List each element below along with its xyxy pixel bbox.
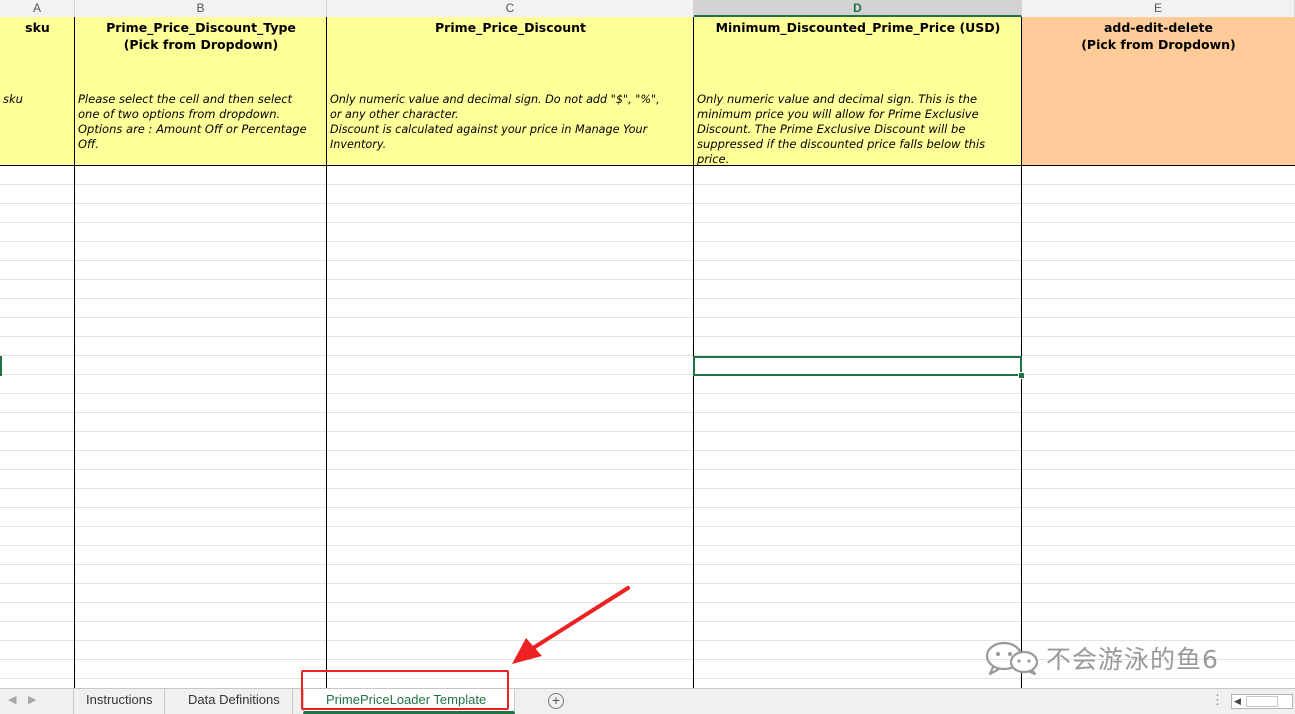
scroll-left-icon[interactable]: ◀	[1234, 695, 1241, 708]
wechat-icon	[985, 641, 1039, 675]
header-cell-sku[interactable]: sku sku	[0, 17, 75, 166]
spreadsheet-grid[interactable]: A B C D E sku sku Prime_Price_Discount_T…	[0, 0, 1295, 688]
tab-instructions[interactable]: Instructions	[74, 689, 166, 714]
vertical-ellipsis-icon[interactable]: ⋮	[1211, 692, 1224, 708]
header-desc-discount-type: Please select the cell and then select o…	[78, 92, 307, 151]
watermark-text: 不会游泳的鱼6	[1046, 645, 1219, 674]
column-header-e[interactable]: E	[1022, 0, 1295, 17]
header-desc-discount: Only numeric value and decimal sign. Do …	[330, 93, 660, 151]
column-header-a[interactable]: A	[0, 0, 75, 17]
column-border-b	[326, 17, 327, 688]
column-border-a	[74, 17, 75, 688]
caret-left-icon[interactable]: ◀	[8, 693, 16, 706]
header-cell-add-edit-delete[interactable]: add-edit-delete (Pick from Dropdown)	[1022, 17, 1295, 166]
header-cell-discount[interactable]: Prime_Price_Discount Only numeric value …	[327, 17, 694, 166]
tab-data-definitions[interactable]: Data Definitions	[176, 689, 293, 714]
header-desc-sku: sku	[3, 92, 23, 106]
scrollbar-thumb[interactable]	[1246, 696, 1278, 707]
annotation-arrow-icon	[512, 586, 630, 664]
caret-right-icon[interactable]: ▶	[28, 693, 36, 706]
header-title-add-edit-delete: add-edit-delete (Pick from Dropdown)	[1081, 20, 1236, 52]
header-title-sku: sku	[25, 20, 50, 35]
column-header-d[interactable]: D	[694, 0, 1022, 17]
header-title-discount: Prime_Price_Discount	[435, 20, 586, 35]
fill-handle[interactable]	[1018, 372, 1025, 379]
header-cell-discount-type[interactable]: Prime_Price_Discount_Type (Pick from Dro…	[75, 17, 327, 166]
column-border-c	[693, 17, 694, 688]
plus-circle-icon[interactable]: +	[548, 693, 564, 709]
annotation-highlight-box	[301, 670, 509, 710]
header-desc-min-price: Only numeric value and decimal sign. Thi…	[697, 92, 986, 166]
column-border-d	[1021, 17, 1022, 688]
column-header-bar: A B C D E	[0, 0, 1295, 18]
column-header-b[interactable]: B	[75, 0, 327, 17]
sheet-tab-bar: ◀ ▶ Instructions Data Definitions PrimeP…	[0, 688, 1295, 714]
header-cell-min-price[interactable]: Minimum_Discounted_Prime_Price (USD) Onl…	[694, 17, 1022, 166]
header-title-discount-type: Prime_Price_Discount_Type (Pick from Dro…	[106, 20, 296, 52]
active-row-marker	[0, 356, 2, 376]
selected-cell[interactable]	[693, 356, 1022, 376]
watermark: 不会游泳的鱼6	[984, 640, 1219, 676]
horizontal-scrollbar[interactable]: ◀	[1231, 694, 1293, 709]
header-title-min-price: Minimum_Discounted_Prime_Price (USD)	[715, 20, 1001, 35]
column-header-c[interactable]: C	[327, 0, 694, 17]
